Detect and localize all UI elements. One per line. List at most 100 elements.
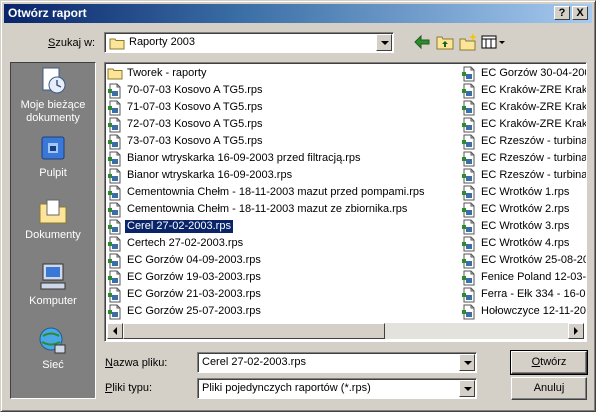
- file-item[interactable]: 72-07-03 Kosovo A TG5.rps: [107, 116, 459, 133]
- file-name: EC Gorzów 30-04-2003: [481, 67, 586, 79]
- up-folder-button[interactable]: [434, 32, 456, 52]
- open-report-dialog: Otwórz raport ? X Szukaj w: Raporty 2003: [0, 0, 596, 412]
- look-in-dropdown[interactable]: [376, 34, 392, 51]
- file-name: EC Kraków-ZRE Kraków: [481, 118, 586, 130]
- folder-up-icon: [436, 36, 454, 50]
- report-file-icon: [108, 168, 121, 184]
- file-name: EC Gorzów 25-07-2003.rps: [127, 305, 261, 317]
- file-item[interactable]: EC Rzeszów - turbina p: [461, 167, 586, 184]
- report-file-icon: [462, 100, 475, 116]
- place-documents[interactable]: Dokumenty: [11, 195, 95, 259]
- report-file-icon: [108, 253, 121, 269]
- file-name: Bianor wtryskarka 16-09-2003.rps: [127, 169, 293, 181]
- report-file-icon: [462, 253, 475, 269]
- file-item[interactable]: EC Wrotków 2.rps: [461, 201, 586, 218]
- close-button[interactable]: X: [572, 6, 588, 20]
- file-name-dropdown[interactable]: [459, 354, 475, 371]
- place-network[interactable]: Sieć: [11, 325, 95, 389]
- file-name: Certech 27-02-2003.rps: [127, 237, 244, 249]
- file-name: Cerel 27-02-2003.rps: [125, 220, 233, 233]
- look-in-value: Raporty 2003: [129, 36, 196, 48]
- file-item[interactable]: Bianor wtryskarka 16-09-2003 przed filtr…: [107, 150, 459, 167]
- window-title: Otwórz raport: [8, 6, 87, 20]
- new-folder-button[interactable]: [457, 32, 479, 52]
- folder-icon: [109, 38, 125, 50]
- file-item[interactable]: Cementownia Chełm - 18-11-2003 mazut ze …: [107, 201, 459, 218]
- report-file-icon: [108, 287, 121, 303]
- back-button[interactable]: [411, 32, 433, 52]
- file-item[interactable]: EC Wrotków 3.rps: [461, 218, 586, 235]
- file-item[interactable]: Fenice Poland 12-03-2: [461, 269, 586, 286]
- file-item[interactable]: Certech 27-02-2003.rps: [107, 235, 459, 252]
- report-file-icon: [108, 202, 121, 218]
- file-type-combo[interactable]: Pliki pojedynczych raportów (*.rps): [197, 378, 477, 399]
- folder-icon: [107, 68, 123, 80]
- file-list[interactable]: Tworek - raporty 70-07-03 Kosovo A TG5.rp…: [104, 62, 587, 342]
- view-menu-button[interactable]: [480, 32, 506, 52]
- file-item[interactable]: EC Gorzów 19-03-2003.rps: [107, 269, 459, 286]
- title-bar[interactable]: Otwórz raport ? X: [4, 4, 592, 23]
- file-name: Tworek - raporty: [127, 67, 207, 79]
- report-file-icon: [462, 219, 475, 235]
- look-in-combo[interactable]: Raporty 2003: [104, 32, 394, 53]
- place-label: Dokumenty: [25, 229, 81, 241]
- file-item[interactable]: EC Wrotków 1.rps: [461, 184, 586, 201]
- horizontal-scrollbar[interactable]: [107, 323, 584, 339]
- report-file-icon: [108, 236, 121, 252]
- report-file-icon: [462, 270, 475, 286]
- file-item[interactable]: EC Gorzów 04-09-2003.rps: [107, 252, 459, 269]
- report-file-icon: [108, 117, 121, 133]
- file-name: EC Wrotków 4.rps: [481, 237, 570, 249]
- file-item[interactable]: Cerel 27-02-2003.rps: [107, 218, 459, 235]
- file-item[interactable]: EC Rzeszów - turbina g: [461, 150, 586, 167]
- scroll-thumb[interactable]: [123, 323, 385, 339]
- file-item[interactable]: EC Kraków-ZRE Kraków: [461, 116, 586, 133]
- help-button[interactable]: ?: [554, 6, 570, 20]
- place-desktop[interactable]: Pulpit: [11, 133, 95, 197]
- file-item[interactable]: EC Gorzów 21-03-2003.rps: [107, 286, 459, 303]
- file-item[interactable]: EC Kraków-ZRE Kraków: [461, 99, 586, 116]
- cancel-button[interactable]: Anuluj: [511, 377, 587, 400]
- report-file-icon: [462, 202, 475, 218]
- scroll-left-button[interactable]: [107, 323, 123, 339]
- file-name: EC Wrotków 2.rps: [481, 203, 570, 215]
- file-name: Hołowczyce 12-11-200: [481, 305, 586, 317]
- report-file-icon: [462, 83, 475, 99]
- file-type-dropdown[interactable]: [459, 380, 475, 397]
- file-name: 72-07-03 Kosovo A TG5.rps: [127, 118, 263, 130]
- view-menu-icon: [481, 35, 505, 49]
- my-documents-icon: [39, 199, 67, 224]
- report-file-icon: [108, 270, 121, 286]
- place-label: Komputer: [29, 295, 77, 307]
- desktop-icon: [41, 136, 65, 160]
- file-name-combo[interactable]: Cerel 27-02-2003.rps: [197, 352, 477, 373]
- place-computer[interactable]: Komputer: [11, 261, 95, 325]
- file-name: EC Wrotków 25-08-200: [481, 254, 586, 266]
- file-column-2: EC Gorzów 30-04-2003 EC Kraków-ZRE Kraków…: [461, 65, 586, 320]
- place-recent[interactable]: Moje bieżące dokumenty: [11, 65, 95, 129]
- file-item[interactable]: EC Wrotków 4.rps: [461, 235, 586, 252]
- file-item[interactable]: 73-07-03 Kosovo A TG5.rps: [107, 133, 459, 150]
- report-file-icon: [108, 185, 121, 201]
- file-item[interactable]: Ferra - Ełk 334 - 16-07: [461, 286, 586, 303]
- file-name: EC Kraków-ZRE Kraków: [481, 101, 586, 113]
- file-type-value: Pliki pojedynczych raportów (*.rps): [202, 382, 371, 394]
- file-item[interactable]: EC Gorzów 25-07-2003.rps: [107, 303, 459, 320]
- file-name: Bianor wtryskarka 16-09-2003 przed filtr…: [127, 152, 361, 164]
- file-name: Cementownia Chełm - 18-11-2003 mazut prz…: [127, 186, 425, 198]
- file-item[interactable]: Cementownia Chełm - 18-11-2003 mazut prz…: [107, 184, 459, 201]
- report-file-icon: [108, 134, 121, 150]
- open-button[interactable]: Otwórz: [510, 350, 588, 375]
- file-item[interactable]: EC Gorzów 30-04-2003: [461, 65, 586, 82]
- file-name: EC Wrotków 1.rps: [481, 186, 570, 198]
- file-name: EC Gorzów 04-09-2003.rps: [127, 254, 261, 266]
- file-item[interactable]: EC Wrotków 25-08-200: [461, 252, 586, 269]
- file-item[interactable]: Hołowczyce 12-11-200: [461, 303, 586, 320]
- file-item[interactable]: 70-07-03 Kosovo A TG5.rps: [107, 82, 459, 99]
- file-item[interactable]: 71-07-03 Kosovo A TG5.rps: [107, 99, 459, 116]
- file-item[interactable]: EC Rzeszów - turbina g: [461, 133, 586, 150]
- file-item[interactable]: Bianor wtryskarka 16-09-2003.rps: [107, 167, 459, 184]
- folder-item[interactable]: Tworek - raporty: [107, 65, 459, 82]
- file-item[interactable]: EC Kraków-ZRE Kraków: [461, 82, 586, 99]
- scroll-right-button[interactable]: [568, 323, 584, 339]
